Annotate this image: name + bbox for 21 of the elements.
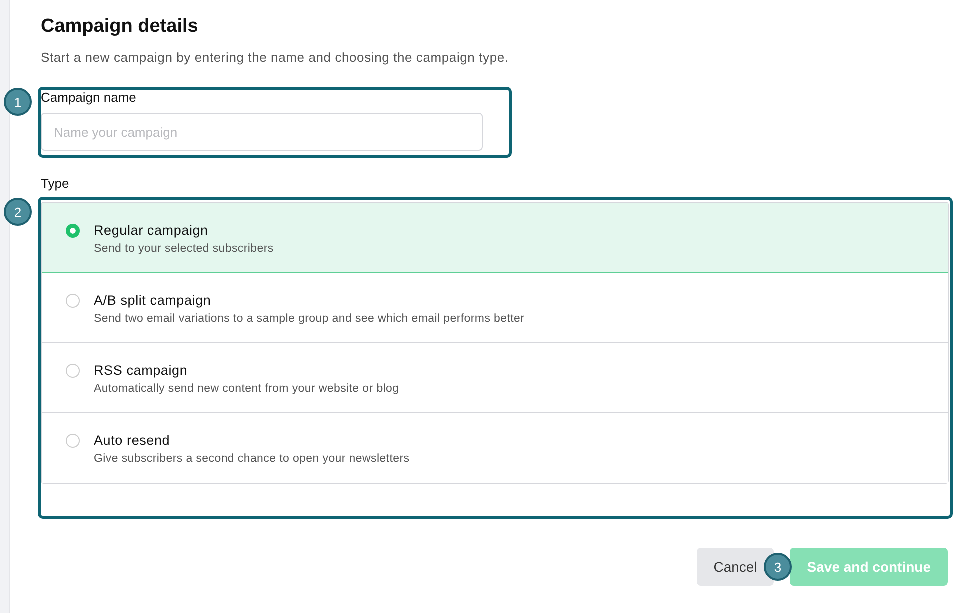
option-description: Give subscribers a second chance to open your newsletters [94, 453, 410, 465]
radio-button[interactable] [66, 364, 80, 378]
option-title: RSS campaign [94, 363, 189, 378]
option-title: Auto resend [94, 433, 172, 448]
option-title: A/B split campaign [94, 293, 212, 308]
page-title: Campaign details [41, 16, 200, 38]
option-title: Regular campaign [94, 223, 210, 238]
radio-button[interactable] [66, 434, 80, 448]
cancel-button[interactable]: Cancel [696, 548, 774, 586]
field-label: Campaign name [41, 90, 138, 105]
radio-button[interactable] [66, 224, 80, 238]
page-subtitle: Start a new campaign by entering the name and choosing the campaign type. [41, 50, 510, 65]
option-description: Automatically send new content from your website or blog [94, 383, 400, 395]
radio-button[interactable] [66, 294, 80, 308]
option-description: Send to your selected subscribers [94, 243, 274, 255]
callout-badge: 1 [4, 88, 32, 116]
option-description: Send two email variations to a sample group and see which email performs better [94, 313, 525, 325]
campaign-name-field[interactable]: Name your campaign [41, 113, 483, 151]
campaign-type-option[interactable]: Regular campaign Send to your selected subscribers [42, 203, 948, 273]
field-label: Type [41, 176, 70, 191]
callout-badge: 2 [4, 198, 32, 226]
